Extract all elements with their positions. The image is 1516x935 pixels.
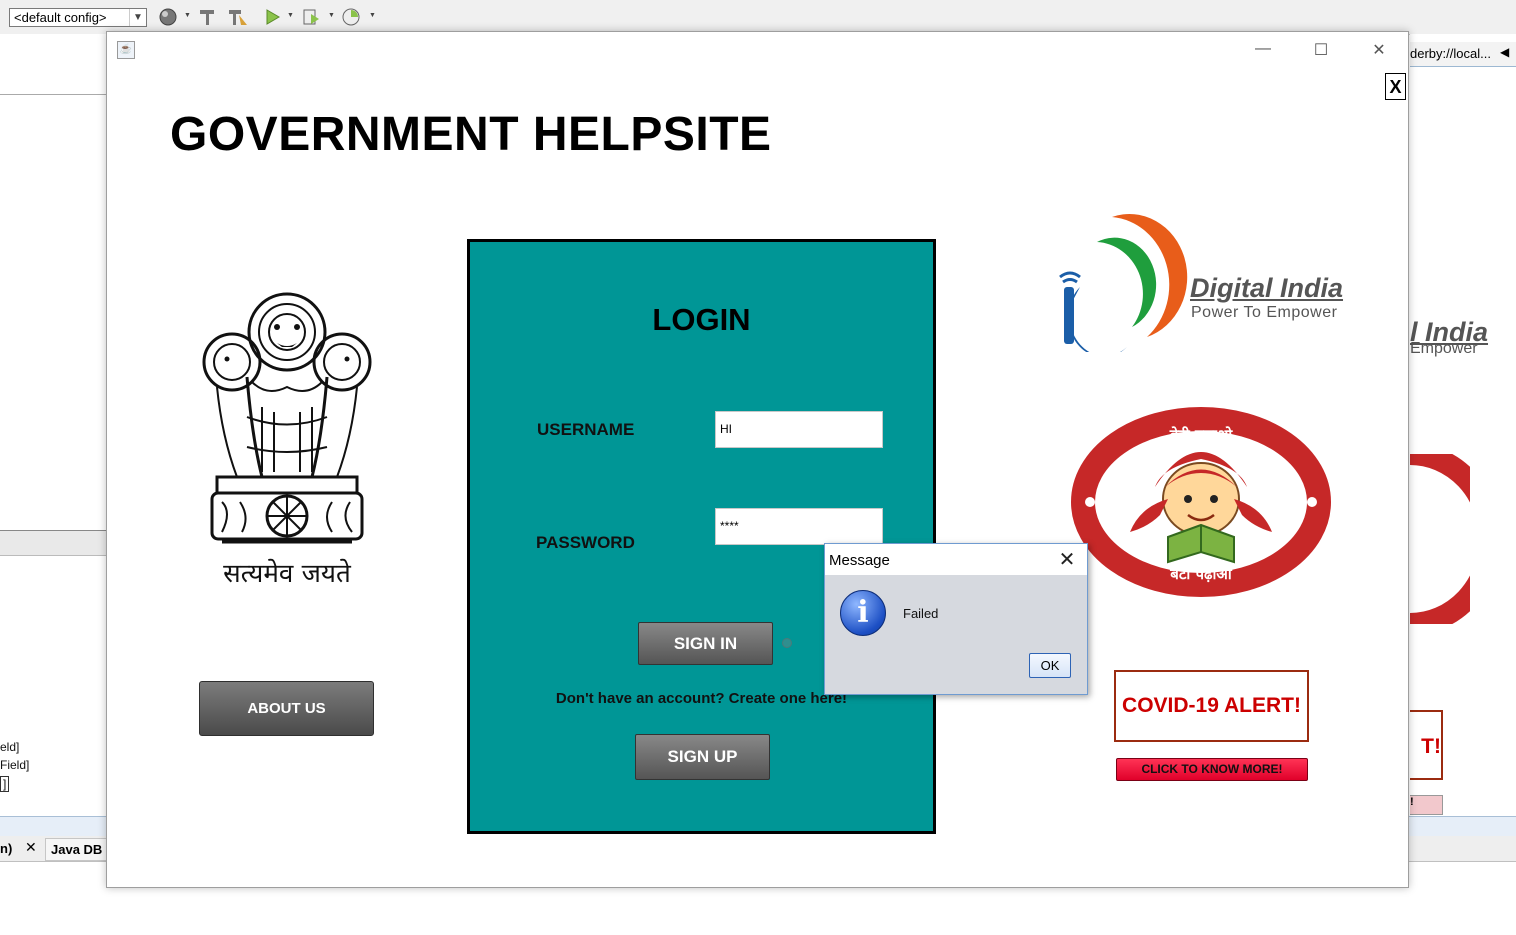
beti-bottom-text: बेटी पढ़ाओ	[1170, 565, 1232, 583]
message-dialog: Message ✕ i Failed OK	[824, 543, 1088, 695]
digital-india-emblem	[1059, 214, 1188, 352]
dropdown-arrow-icon[interactable]: ▼	[369, 12, 376, 19]
digital-india-logo: Digital India Power To Empower	[1052, 207, 1372, 352]
dropdown-arrow-icon[interactable]: ▼	[184, 12, 191, 19]
ide-node-line[interactable]: Field]	[0, 758, 29, 772]
page-title: GOVERNMENT HELPSITE	[170, 108, 772, 161]
dialog-body: i Failed OK	[825, 575, 1087, 694]
username-field[interactable]: HI	[715, 411, 883, 448]
close-icon[interactable]: ✕	[25, 839, 37, 856]
ide-left-panel: eld] Field] ]	[0, 34, 106, 859]
national-emblem-logo	[202, 292, 372, 544]
dropdown-arrow-icon[interactable]: ▼	[328, 12, 335, 19]
know-more-button[interactable]: CLICK TO KNOW MORE!	[1116, 758, 1308, 781]
clean-build-icon[interactable]	[227, 7, 247, 27]
ghost-covid-box: T!	[1410, 710, 1443, 780]
chevron-left-icon[interactable]: ◀	[1500, 45, 1509, 59]
digital-india-name: Digital India	[1190, 273, 1344, 303]
dialog-titlebar[interactable]: Message ✕	[825, 544, 1087, 575]
covid-alert-box: COVID-19 ALERT!	[1114, 670, 1309, 742]
ghost-know-btn: !	[1410, 795, 1443, 815]
ok-button[interactable]: OK	[1029, 653, 1071, 678]
maximize-icon[interactable]: ☐	[1306, 40, 1336, 60]
about-us-button[interactable]: ABOUT US	[199, 681, 374, 736]
chevron-down-icon: ▼	[129, 9, 146, 26]
globe-icon[interactable]	[158, 7, 178, 27]
ide-node-line[interactable]: eld]	[0, 740, 19, 754]
sign-in-button[interactable]: SIGN IN	[638, 622, 773, 665]
ide-right-panel: derby://local... ◀ l India Empower T! !	[1410, 34, 1516, 816]
info-icon: i	[840, 590, 886, 636]
hammer-icon[interactable]	[197, 7, 217, 27]
config-select[interactable]: <default config> ▼	[9, 8, 147, 27]
sign-up-button[interactable]: SIGN UP	[635, 734, 770, 780]
app-window: ☕ — ☐ ✕ X GOVERNMENT HELPSITE सत्यमेव जय…	[106, 31, 1409, 888]
ide-services-header[interactable]: derby://local... ◀	[1410, 42, 1516, 67]
minimize-icon[interactable]: —	[1248, 40, 1278, 58]
digital-india-tagline: Power To Empower	[1191, 304, 1338, 321]
close-icon[interactable]: ✕	[1053, 547, 1081, 573]
emblem-motto: सत्यमेव जयते	[223, 559, 351, 589]
ide-projects-area	[0, 94, 106, 535]
ide-toolbar: <default config> ▼ ▼ ▼ ▼ ▼	[0, 0, 1516, 35]
dropdown-arrow-icon[interactable]: ▼	[287, 12, 294, 19]
run-icon[interactable]	[262, 7, 282, 27]
config-select-value: <default config>	[14, 10, 107, 25]
loading-indicator	[782, 638, 792, 648]
close-window-icon[interactable]: ✕	[1364, 40, 1394, 60]
ide-navigator-header[interactable]	[0, 530, 106, 556]
ghost-tagline: Empower	[1410, 340, 1478, 357]
debug-icon[interactable]	[301, 7, 321, 27]
ghost-beti-logo	[1410, 454, 1470, 624]
java-app-icon: ☕	[117, 41, 135, 59]
tab-output[interactable]: n)	[0, 841, 12, 856]
tab-java-db[interactable]: Java DB	[45, 838, 109, 861]
dialog-title: Message	[829, 552, 890, 569]
username-label: USERNAME	[537, 420, 635, 439]
exit-button[interactable]: X	[1385, 73, 1406, 100]
login-heading: LOGIN	[652, 302, 751, 337]
profile-icon[interactable]	[341, 7, 361, 27]
password-label: PASSWORD	[536, 533, 635, 552]
beti-bachao-logo: बेटी बचाओ बेटी पढ़ाओ	[1070, 407, 1332, 597]
beti-top-text: बेटी बचाओ	[1169, 426, 1233, 444]
db-connection-label: derby://local...	[1410, 46, 1491, 61]
ide-node-line[interactable]: ]	[0, 776, 10, 792]
dialog-message: Failed	[903, 606, 939, 621]
password-field[interactable]: ****	[715, 508, 883, 545]
login-panel: LOGIN USERNAME HI PASSWORD **** SIGN IN …	[467, 239, 936, 834]
